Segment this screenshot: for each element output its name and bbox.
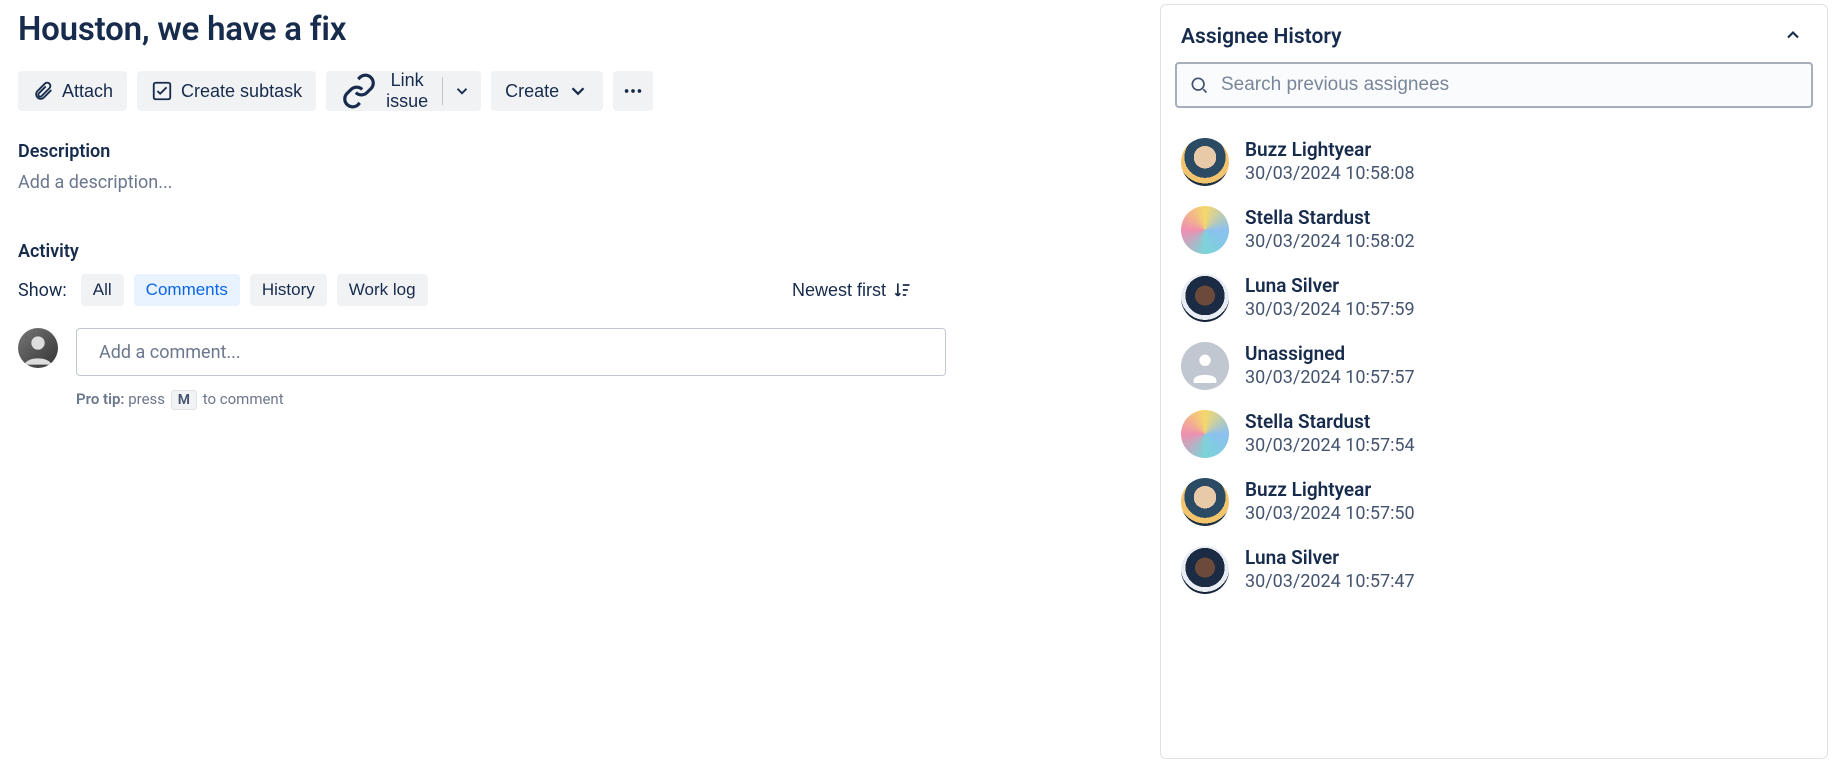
chevron-up-icon bbox=[1783, 25, 1803, 45]
activity-controls: Show: All Comments History Work log Newe… bbox=[18, 274, 1142, 306]
search-wrap bbox=[1161, 62, 1827, 120]
assignee-timestamp: 30/03/2024 10:57:57 bbox=[1245, 366, 1415, 389]
tab-history[interactable]: History bbox=[250, 274, 327, 306]
assignee-timestamp: 30/03/2024 10:58:02 bbox=[1245, 230, 1415, 253]
assignee-name: Buzz Lightyear bbox=[1245, 479, 1415, 502]
assignee-name: Unassigned bbox=[1245, 343, 1415, 366]
assignee-timestamp: 30/03/2024 10:57:47 bbox=[1245, 570, 1415, 593]
more-icon bbox=[622, 80, 644, 102]
subtask-icon bbox=[151, 80, 173, 102]
comment-input[interactable]: Add a comment... bbox=[76, 328, 946, 376]
activity-tabs: Show: All Comments History Work log bbox=[18, 274, 428, 306]
assignee-timestamp: 30/03/2024 10:57:54 bbox=[1245, 434, 1415, 457]
assignee-history-item[interactable]: Buzz Lightyear30/03/2024 10:58:08 bbox=[1175, 128, 1817, 196]
collapse-panel-button[interactable] bbox=[1779, 21, 1807, 52]
create-subtask-button[interactable]: Create subtask bbox=[137, 71, 316, 111]
attach-label: Attach bbox=[62, 81, 113, 102]
assignee-name: Stella Stardust bbox=[1245, 411, 1415, 434]
protip-label: Pro tip: bbox=[76, 390, 125, 408]
assignee-name: Luna Silver bbox=[1245, 275, 1415, 298]
create-label: Create bbox=[505, 81, 559, 102]
main-content: Houston, we have a fix Attach Create sub… bbox=[0, 0, 1160, 765]
avatar bbox=[1181, 138, 1229, 186]
chevron-down-icon bbox=[567, 80, 589, 102]
assignee-history-item[interactable]: Luna Silver30/03/2024 10:57:59 bbox=[1175, 264, 1817, 332]
avatar bbox=[1181, 546, 1229, 594]
sidebar: Assignee History Buzz Lightyear30/03/202… bbox=[1160, 0, 1840, 765]
link-issue-dropdown[interactable] bbox=[443, 71, 481, 111]
comment-composer: Add a comment... bbox=[18, 328, 1142, 376]
more-actions-button[interactable] bbox=[613, 71, 653, 111]
assignee-timestamp: 30/03/2024 10:57:50 bbox=[1245, 502, 1415, 525]
link-issue-label: Link issue bbox=[386, 71, 428, 111]
assignee-history-item[interactable]: Stella Stardust30/03/2024 10:57:54 bbox=[1175, 400, 1817, 468]
avatar bbox=[1181, 342, 1229, 390]
pro-tip: Pro tip: press M to comment bbox=[76, 390, 1142, 410]
assignee-history-item[interactable]: Buzz Lightyear30/03/2024 10:57:50 bbox=[1175, 468, 1817, 536]
comment-placeholder: Add a comment... bbox=[99, 342, 241, 363]
search-icon bbox=[1189, 75, 1209, 95]
issue-toolbar: Attach Create subtask Link issue Create bbox=[18, 71, 1142, 111]
tab-comments[interactable]: Comments bbox=[134, 274, 240, 306]
search-box[interactable] bbox=[1175, 62, 1813, 108]
create-button[interactable]: Create bbox=[491, 71, 603, 111]
tab-worklog[interactable]: Work log bbox=[337, 274, 428, 306]
panel-header[interactable]: Assignee History bbox=[1161, 5, 1827, 62]
search-input[interactable] bbox=[1221, 74, 1799, 96]
assignee-list[interactable]: Buzz Lightyear30/03/2024 10:58:08Stella … bbox=[1161, 120, 1823, 758]
create-subtask-label: Create subtask bbox=[181, 81, 302, 102]
sort-desc-icon bbox=[892, 280, 912, 300]
kbd-m: M bbox=[171, 390, 197, 410]
issue-title[interactable]: Houston, we have a fix bbox=[18, 10, 1142, 49]
current-user-avatar bbox=[18, 328, 58, 368]
sort-button[interactable]: Newest first bbox=[792, 280, 912, 301]
description-heading: Description bbox=[18, 141, 1142, 162]
assignee-history-item[interactable]: Stella Stardust30/03/2024 10:58:02 bbox=[1175, 196, 1817, 264]
show-label: Show: bbox=[18, 280, 67, 301]
panel-title: Assignee History bbox=[1181, 25, 1342, 49]
sort-label: Newest first bbox=[792, 280, 886, 301]
activity-heading: Activity bbox=[18, 241, 1142, 262]
tab-all[interactable]: All bbox=[81, 274, 124, 306]
avatar bbox=[1181, 410, 1229, 458]
link-issue-split-button: Link issue bbox=[326, 71, 481, 111]
avatar bbox=[1181, 206, 1229, 254]
assignee-history-item[interactable]: Luna Silver30/03/2024 10:57:47 bbox=[1175, 536, 1817, 604]
chevron-down-icon bbox=[453, 82, 471, 100]
avatar bbox=[1181, 274, 1229, 322]
assignee-name: Luna Silver bbox=[1245, 547, 1415, 570]
link-issue-button[interactable]: Link issue bbox=[326, 71, 442, 111]
link-icon bbox=[340, 72, 378, 110]
assignee-history-panel: Assignee History Buzz Lightyear30/03/202… bbox=[1160, 4, 1828, 759]
description-placeholder[interactable]: Add a description... bbox=[18, 172, 1142, 193]
attach-button[interactable]: Attach bbox=[18, 71, 127, 111]
assignee-timestamp: 30/03/2024 10:57:59 bbox=[1245, 298, 1415, 321]
avatar bbox=[1181, 478, 1229, 526]
paperclip-icon bbox=[32, 80, 54, 102]
assignee-name: Stella Stardust bbox=[1245, 207, 1415, 230]
assignee-history-item[interactable]: Unassigned30/03/2024 10:57:57 bbox=[1175, 332, 1817, 400]
assignee-timestamp: 30/03/2024 10:58:08 bbox=[1245, 162, 1415, 185]
assignee-name: Buzz Lightyear bbox=[1245, 139, 1415, 162]
